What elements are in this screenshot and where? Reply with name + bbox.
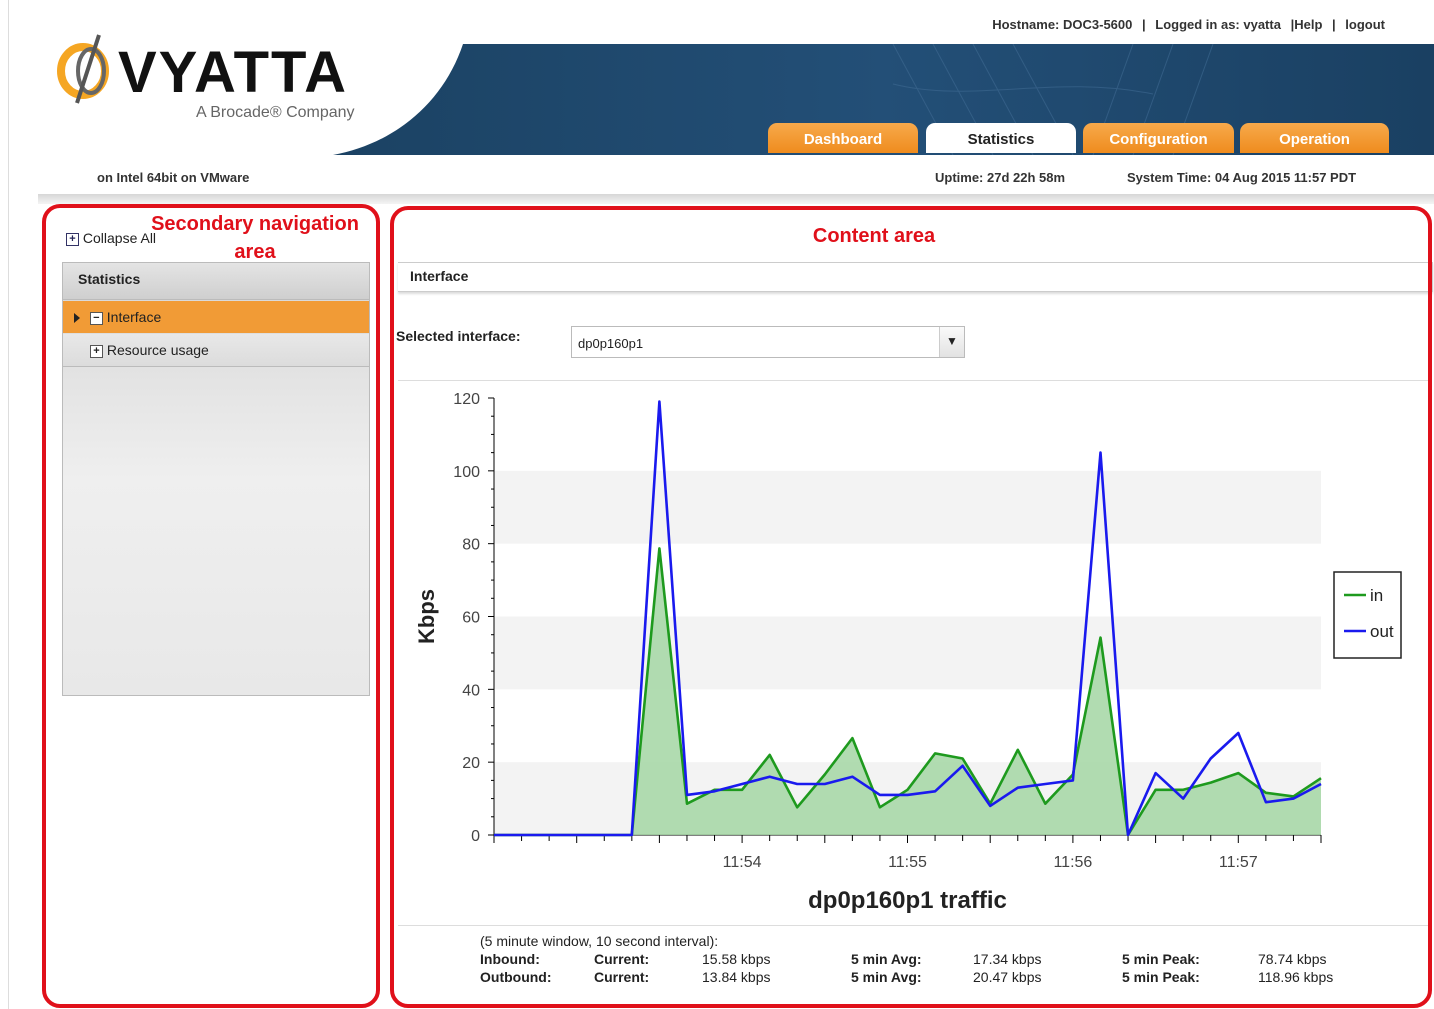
logo-subtitle: A Brocade® Company [196, 104, 355, 121]
help-link[interactable]: |Help [1291, 17, 1323, 32]
separator: | [1141, 17, 1146, 32]
page-left-border [8, 0, 9, 1009]
content-area-annotation-label: Content area [812, 225, 936, 247]
logout-link[interactable]: logout [1345, 17, 1385, 32]
header-user-bar: Hostname: DOC3-5600 | Logged in as: vyat… [989, 17, 1388, 32]
tab-statistics[interactable]: Statistics [926, 123, 1076, 153]
separator: | [1332, 17, 1336, 32]
uptime-text: Uptime: 27d 22h 58m [935, 170, 1066, 185]
content-area-annotation-box [390, 206, 1432, 1008]
header-divider [38, 194, 1434, 204]
tab-configuration[interactable]: Configuration [1083, 123, 1234, 153]
secondary-navigation-annotation-label: Secondary navigation area [151, 213, 359, 263]
logo-text: VYATTA [118, 40, 349, 105]
hostname-text: Hostname: DOC3-5600 [992, 17, 1133, 32]
logged-in-text: Logged in as: vyatta [1155, 17, 1281, 32]
tab-dashboard[interactable]: Dashboard [768, 123, 918, 153]
secondary-navigation-annotation-box [42, 204, 380, 1008]
platform-text: on Intel 64bit on VMware [97, 170, 250, 185]
vyatta-logo-icon [57, 34, 109, 104]
tab-operation[interactable]: Operation [1240, 123, 1389, 153]
system-time-text: System Time: 04 Aug 2015 11:57 PDT [1127, 170, 1357, 185]
